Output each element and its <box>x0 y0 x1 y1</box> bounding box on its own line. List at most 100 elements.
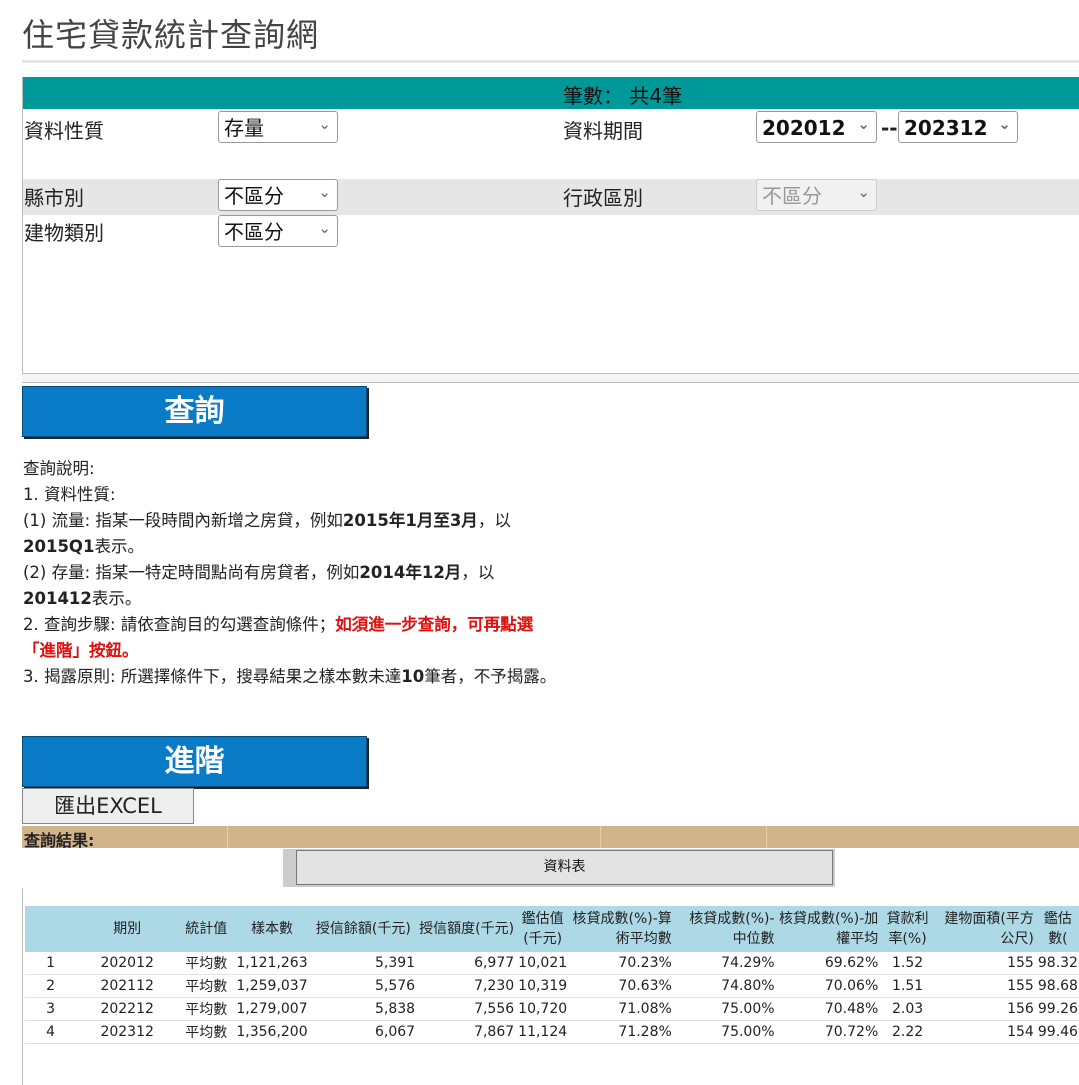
col-header-ltv-median[interactable]: 核貸成數(%)-中位數 <box>673 906 777 952</box>
district-label: 行政區別 <box>563 186 643 210</box>
filter-panel: 筆數： 共4筆 資料性質 存量 資料期間 202012 -- 202312 縣市… <box>22 77 1079 374</box>
results-table: 期別 統計值 樣本數 授信餘額(千元) 授信額度(千元) 鑑估值(千元) 核貸成… <box>25 906 1079 1044</box>
cell-period: 202312 <box>76 1020 179 1044</box>
county-label: 縣市別 <box>24 186 84 210</box>
table-row: 2 202112 平均數 1,259,037 5,576 7,230 10,319 70.63… <box>25 974 1079 998</box>
cell-samples: 1,121,263 <box>234 952 310 975</box>
filter-row-county-district: 縣市別 不區分 行政區別 不區分 <box>23 176 1079 215</box>
table-row: 1 202012 平均數 1,121,263 5,391 6,977 10,021 70.23… <box>25 952 1079 975</box>
cell-appraisal-count: 98.32 <box>1035 952 1079 975</box>
data-table-tab: 資料表 <box>283 849 835 887</box>
cell-period: 202112 <box>76 974 179 998</box>
col-header-index <box>25 906 77 952</box>
cell-credit-line: 6,977 <box>417 952 517 975</box>
results-bar-segment <box>227 826 228 848</box>
query-button[interactable]: 查詢 <box>22 386 367 437</box>
district-select[interactable]: 不區分 <box>756 176 877 211</box>
col-header-area[interactable]: 建物面積(平方公尺) <box>934 906 1036 952</box>
data-table-button[interactable]: 資料表 <box>296 850 833 885</box>
help-item-1: 1. 資料性質: <box>23 485 116 504</box>
results-table-container: 期別 統計值 樣本數 授信餘額(千元) 授信額度(千元) 鑑估值(千元) 核貸成… <box>22 888 1079 1085</box>
col-header-samples[interactable]: 樣本數 <box>234 906 310 952</box>
cell-index: 2 <box>25 974 77 998</box>
advanced-button[interactable]: 進階 <box>22 736 367 787</box>
results-label: 查詢結果: <box>24 831 95 850</box>
cell-samples: 1,279,007 <box>234 997 310 1021</box>
cell-area: 156 <box>934 997 1036 1021</box>
cell-ltv-median: 74.80% <box>673 974 777 998</box>
cell-balance: 6,067 <box>309 1020 418 1044</box>
cell-ltv-mean: 71.28% <box>569 1020 674 1044</box>
cell-rate: 1.52 <box>880 952 935 975</box>
county-select[interactable]: 不區分 <box>218 176 338 211</box>
cell-ltv-weighted: 70.72% <box>776 1020 881 1044</box>
cell-ltv-weighted: 70.48% <box>776 997 881 1021</box>
cell-ltv-mean: 70.63% <box>569 974 674 998</box>
record-count: 筆數： 共4筆 <box>563 84 683 108</box>
col-header-period[interactable]: 期別 <box>76 906 179 952</box>
cell-ltv-median: 75.00% <box>673 997 777 1021</box>
panel-divider <box>22 373 1079 383</box>
help-heading: 查詢說明: <box>23 459 95 478</box>
record-count-bar: 筆數： 共4筆 <box>23 77 1079 109</box>
cell-appraisal: 10,720 <box>516 997 570 1021</box>
title-divider <box>22 60 1079 63</box>
cell-ltv-weighted: 69.62% <box>776 952 881 975</box>
period-from-select[interactable]: 202012 <box>756 108 877 143</box>
filter-row-type-period: 資料性質 存量 資料期間 202012 -- 202312 <box>23 108 1079 145</box>
cell-samples: 1,259,037 <box>234 974 310 998</box>
cell-balance: 5,838 <box>309 997 418 1021</box>
col-header-rate[interactable]: 貸款利率(%) <box>880 906 935 952</box>
table-row: 3 202212 平均數 1,279,007 5,838 7,556 10,720 71.08… <box>25 997 1079 1021</box>
help-stock: (2) 存量: 指某一特定時間點尚有房貸者，例如2014年12月，以201412… <box>23 563 495 608</box>
results-bar-segment <box>766 826 767 848</box>
col-header-stat[interactable]: 統計值 <box>178 906 235 952</box>
period-separator: -- <box>881 116 898 140</box>
cell-stat: 平均數 <box>178 1020 235 1044</box>
cell-stat: 平均數 <box>178 997 235 1021</box>
col-header-appraisal-count[interactable]: 鑑估數( <box>1035 906 1079 952</box>
cell-area: 154 <box>934 1020 1036 1044</box>
cell-credit-line: 7,867 <box>417 1020 517 1044</box>
col-header-ltv-mean[interactable]: 核貸成數(%)-算術平均數 <box>569 906 674 952</box>
help-item-3: 3. 揭露原則: 所選擇條件下，搜尋結果之樣本數未達10筆者，不予揭露。 <box>23 667 557 686</box>
cell-stat: 平均數 <box>178 952 235 975</box>
cell-credit-line: 7,230 <box>417 974 517 998</box>
cell-appraisal-count: 99.26 <box>1035 997 1079 1021</box>
table-header-row: 期別 統計值 樣本數 授信餘額(千元) 授信額度(千元) 鑑估值(千元) 核貸成… <box>25 906 1079 952</box>
filter-row-building: 建物類別 不區分 <box>23 212 1079 251</box>
cell-credit-line: 7,556 <box>417 997 517 1021</box>
data-type-label: 資料性質 <box>24 119 104 143</box>
cell-stat: 平均數 <box>178 974 235 998</box>
col-header-credit-line[interactable]: 授信額度(千元) <box>417 906 517 952</box>
cell-appraisal: 11,124 <box>516 1020 570 1044</box>
cell-appraisal-count: 99.46 <box>1035 1020 1079 1044</box>
cell-ltv-weighted: 70.06% <box>776 974 881 998</box>
cell-balance: 5,391 <box>309 952 418 975</box>
building-label: 建物類別 <box>24 221 104 245</box>
page-title: 住宅貸款統計查詢網 <box>22 16 320 54</box>
help-flow: (1) 流量: 指某一段時間內新增之房貸，例如2015年1月至3月，以2015Q… <box>23 511 511 556</box>
cell-appraisal-count: 98.68 <box>1035 974 1079 998</box>
cell-area: 155 <box>934 952 1036 975</box>
cell-index: 1 <box>25 952 77 975</box>
cell-ltv-mean: 71.08% <box>569 997 674 1021</box>
col-header-balance[interactable]: 授信餘額(千元) <box>309 906 418 952</box>
query-help: 查詢說明: 1. 資料性質: (1) 流量: 指某一段時間內新增之房貸，例如20… <box>23 456 558 690</box>
cell-area: 155 <box>934 974 1036 998</box>
cell-samples: 1,356,200 <box>234 1020 310 1044</box>
cell-appraisal: 10,319 <box>516 974 570 998</box>
cell-rate: 1.51 <box>880 974 935 998</box>
col-header-appraisal[interactable]: 鑑估值(千元) <box>516 906 570 952</box>
col-header-ltv-weighted[interactable]: 核貸成數(%)-加權平均 <box>776 906 881 952</box>
cell-ltv-median: 75.00% <box>673 1020 777 1044</box>
period-to-select[interactable]: 202312 <box>898 108 1018 143</box>
cell-index: 3 <box>25 997 77 1021</box>
cell-appraisal: 10,021 <box>516 952 570 975</box>
cell-rate: 2.22 <box>880 1020 935 1044</box>
data-type-select[interactable]: 存量 <box>218 108 338 143</box>
results-header-bar: 查詢結果: <box>22 826 1079 850</box>
export-excel-button[interactable]: 匯出EXCEL <box>22 788 194 824</box>
building-select[interactable]: 不區分 <box>218 212 338 247</box>
cell-balance: 5,576 <box>309 974 418 998</box>
